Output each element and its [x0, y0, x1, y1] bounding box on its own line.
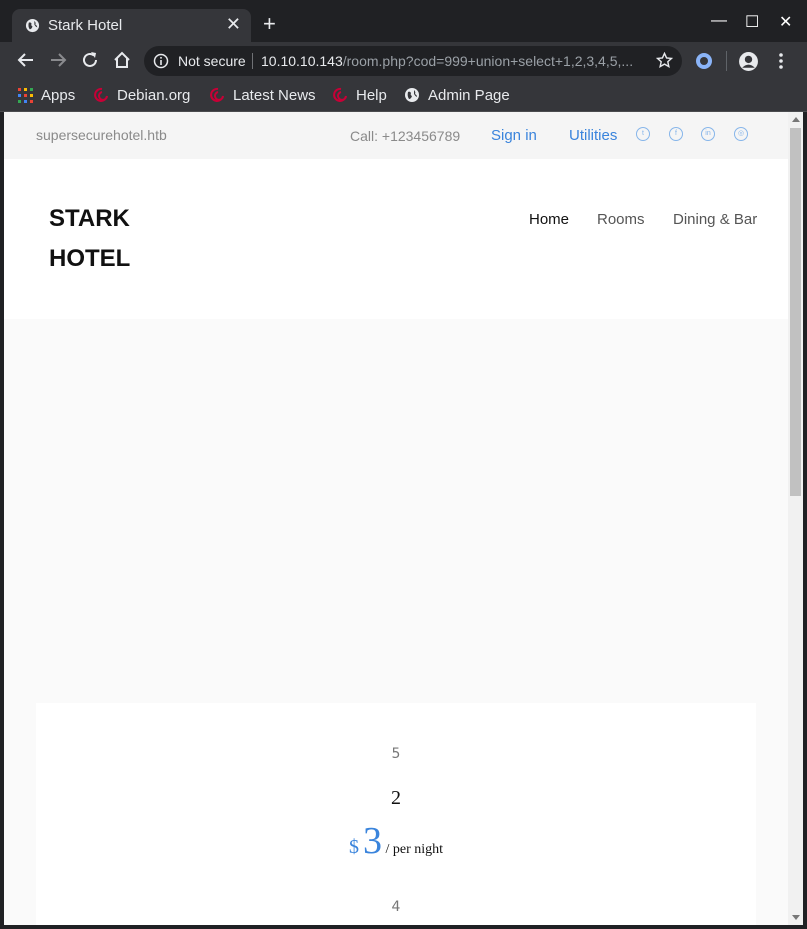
extension-icon[interactable]	[694, 51, 714, 71]
toolbar-divider	[726, 51, 727, 71]
bookmark-latest-news[interactable]: Latest News	[209, 84, 316, 106]
url-path: /room.php?cod=999+union+select+1,2,3,4,5…	[342, 53, 634, 69]
globe-icon	[25, 18, 40, 33]
price-currency: $	[348, 836, 359, 858]
nav-home[interactable]: Home	[529, 211, 569, 228]
forward-arrow-icon[interactable]	[49, 51, 67, 69]
room-price: $ 3 / per night	[36, 819, 756, 863]
scroll-up-arrow[interactable]	[792, 117, 800, 122]
sign-in-link[interactable]: Sign in	[491, 127, 537, 144]
new-tab-button[interactable]: +	[263, 13, 276, 35]
window-frame-bottom	[0, 925, 807, 929]
window-frame-left	[0, 112, 4, 929]
linkedin-icon[interactable]: in	[701, 127, 715, 141]
address-bar[interactable]: Not secure 10.10.10.143/room.php?cod=999…	[144, 46, 682, 76]
bookmark-apps[interactable]: Apps	[18, 84, 75, 106]
utilities-link[interactable]: Utilities	[569, 127, 617, 144]
page-scrollbar[interactable]	[788, 112, 803, 925]
logo-line-1: STARK	[49, 205, 130, 232]
debian-icon	[94, 87, 108, 102]
room-title: 2	[391, 787, 401, 809]
call-number: Call: +123456789	[350, 128, 461, 144]
bookmarks-bar: Apps Debian.org Latest News Help Admin P…	[0, 80, 807, 112]
site-logo[interactable]: STARK HOTEL	[49, 199, 130, 279]
dribbble-icon[interactable]: ◎	[734, 127, 748, 141]
security-status: Not secure	[178, 53, 246, 69]
back-arrow-icon[interactable]	[17, 51, 35, 69]
price-amount: 3	[362, 820, 382, 862]
browser-toolbar: Not secure 10.10.10.143/room.php?cod=999…	[0, 42, 807, 80]
globe-icon	[405, 88, 419, 102]
room-name: 5	[391, 746, 401, 762]
page-viewport: supersecurehotel.htb Call: +123456789 Si…	[4, 112, 788, 925]
home-icon[interactable]	[113, 51, 131, 69]
address-divider	[252, 53, 253, 69]
room-card: 5 2 $ 3 / per night 4	[36, 703, 756, 925]
maximize-button[interactable]: ☐	[745, 12, 759, 32]
facebook-icon[interactable]: f	[669, 127, 683, 141]
price-per-night: / per night	[381, 842, 444, 857]
site-domain: supersecurehotel.htb	[36, 127, 167, 143]
top-info-bar: supersecurehotel.htb Call: +123456789 Si…	[4, 112, 788, 159]
browser-titlebar: Stark Hotel ✕ + — ☐ ✕	[0, 0, 807, 42]
bookmark-label: Debian.org	[117, 86, 191, 104]
bookmark-admin-page[interactable]: Admin Page	[404, 84, 510, 106]
bookmark-label: Admin Page	[428, 86, 510, 104]
tab-title: Stark Hotel	[48, 17, 123, 34]
bookmark-star-icon[interactable]	[656, 52, 673, 69]
debian-icon	[210, 87, 224, 102]
nav-dining-bar[interactable]: Dining & Bar	[673, 211, 757, 228]
more-menu-icon[interactable]	[775, 51, 787, 71]
bookmark-help[interactable]: Help	[332, 84, 387, 106]
bookmark-debian[interactable]: Debian.org	[93, 84, 190, 106]
logo-line-2: HOTEL	[49, 245, 131, 272]
url-text[interactable]: 10.10.10.143/room.php?cod=999+union+sele…	[261, 53, 639, 69]
apps-grid-icon	[18, 87, 33, 103]
url-host: 10.10.10.143	[261, 53, 343, 69]
twitter-icon[interactable]: t	[636, 127, 650, 141]
profile-avatar-icon[interactable]	[738, 51, 759, 72]
scroll-thumb[interactable]	[790, 128, 801, 496]
browser-tab[interactable]: Stark Hotel ✕	[12, 9, 251, 42]
window-frame-right	[803, 112, 807, 929]
bookmark-label: Help	[356, 86, 387, 104]
bookmark-label: Apps	[41, 86, 76, 104]
reload-icon[interactable]	[81, 51, 99, 69]
info-icon[interactable]	[153, 53, 169, 69]
site-header: STARK HOTEL Home Rooms Dining & Bar	[4, 159, 788, 319]
minimize-button[interactable]: —	[711, 12, 727, 30]
nav-rooms[interactable]: Rooms	[597, 211, 645, 228]
scroll-down-arrow[interactable]	[792, 915, 800, 920]
tab-close-button[interactable]: ✕	[226, 15, 241, 33]
hero-banner	[4, 319, 788, 703]
bookmark-label: Latest News	[233, 86, 316, 104]
room-description: 4	[391, 899, 401, 915]
debian-icon	[333, 87, 347, 102]
window-close-button[interactable]: ✕	[779, 12, 792, 32]
